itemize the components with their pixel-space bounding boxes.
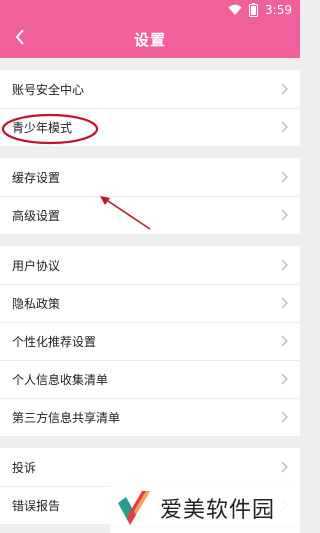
settings-item-teen-mode[interactable]: 青少年模式 xyxy=(0,108,300,146)
chevron-right-icon xyxy=(281,171,288,183)
watermark-text: 爱美软件园 xyxy=(160,497,276,523)
chevron-left-icon xyxy=(15,29,25,49)
settings-item-label: 隐私政策 xyxy=(12,296,61,311)
chevron-right-icon xyxy=(281,411,288,423)
wifi-icon xyxy=(228,4,242,16)
nav-bar: 设置 xyxy=(0,20,300,58)
chevron-right-icon xyxy=(281,259,288,271)
watermark: 爱美软件园 xyxy=(110,482,300,533)
settings-item-label: 青少年模式 xyxy=(12,120,73,135)
settings-item-label: 缓存设置 xyxy=(12,170,61,185)
chevron-right-icon xyxy=(281,83,288,95)
back-button[interactable] xyxy=(6,24,34,54)
settings-item-label: 第三方信息共享清单 xyxy=(12,410,121,425)
section-divider xyxy=(0,58,300,70)
settings-item-personal-info-list[interactable]: 个人信息收集清单 xyxy=(0,360,300,398)
chevron-right-icon xyxy=(281,461,288,473)
section-divider xyxy=(0,234,300,246)
settings-item-advanced[interactable]: 高级设置 xyxy=(0,196,300,234)
page-title: 设置 xyxy=(133,30,166,49)
settings-item-third-party-sharing[interactable]: 第三方信息共享清单 xyxy=(0,398,300,436)
battery-icon xyxy=(249,3,259,17)
chevron-right-icon xyxy=(281,121,288,133)
status-time: 3:59 xyxy=(265,3,292,17)
watermark-logo-icon xyxy=(118,490,150,525)
settings-item-privacy-policy[interactable]: 隐私政策 xyxy=(0,284,300,322)
settings-item-account-security[interactable]: 账号安全中心 xyxy=(0,70,300,108)
section-divider xyxy=(0,436,300,448)
settings-item-personalized-recommendation[interactable]: 个性化推荐设置 xyxy=(0,322,300,360)
settings-item-label: 用户协议 xyxy=(12,258,61,273)
chevron-right-icon xyxy=(281,297,288,309)
settings-item-user-agreement[interactable]: 用户协议 xyxy=(0,246,300,284)
settings-section-account: 账号安全中心 青少年模式 xyxy=(0,70,300,146)
settings-section-legal: 用户协议 隐私政策 个性化推荐设置 个人信息收集清单 第三方信息共享清单 xyxy=(0,246,300,436)
chevron-right-icon xyxy=(281,209,288,221)
settings-item-label: 个人信息收集清单 xyxy=(12,372,109,387)
chevron-right-icon xyxy=(281,335,288,347)
settings-section-storage: 缓存设置 高级设置 xyxy=(0,158,300,234)
status-bar: 3:59 xyxy=(0,0,300,20)
chevron-right-icon xyxy=(281,373,288,385)
settings-item-label: 错误报告 xyxy=(12,498,61,513)
settings-item-label: 高级设置 xyxy=(12,208,61,223)
section-divider xyxy=(0,146,300,158)
settings-item-cache[interactable]: 缓存设置 xyxy=(0,158,300,196)
settings-list: 账号安全中心 青少年模式 缓存设置 高级设置 用户协议 隐私政策 个性化推荐设置 xyxy=(0,58,300,524)
settings-item-label: 账号安全中心 xyxy=(12,82,85,97)
settings-item-label: 个性化推荐设置 xyxy=(12,334,97,349)
settings-item-complaint[interactable]: 投诉 xyxy=(0,448,300,486)
settings-item-label: 投诉 xyxy=(12,460,37,475)
